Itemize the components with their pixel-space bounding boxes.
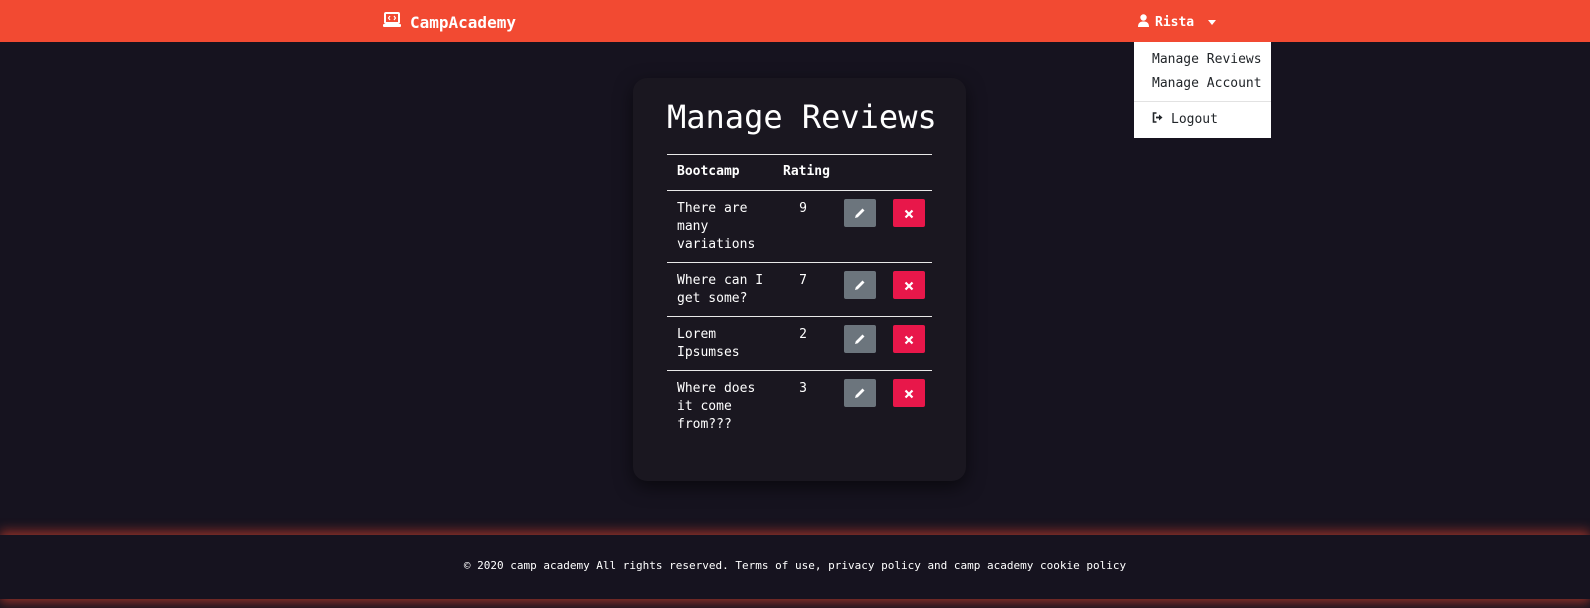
close-icon bbox=[904, 384, 914, 403]
top-navbar: CampAcademy Rista bbox=[0, 0, 1590, 42]
table-divider bbox=[667, 262, 932, 263]
edit-review-button[interactable] bbox=[844, 199, 876, 227]
user-icon bbox=[1138, 13, 1149, 31]
manage-reviews-card: Manage Reviews Bootcamp Rating There are… bbox=[633, 78, 966, 481]
edit-review-button[interactable] bbox=[844, 271, 876, 299]
menu-divider bbox=[1134, 101, 1271, 102]
user-dropdown-menu: Manage Reviews Manage Account Logout bbox=[1134, 42, 1271, 138]
edit-review-button[interactable] bbox=[844, 379, 876, 407]
brand-name: CampAcademy bbox=[410, 12, 516, 32]
edit-review-button[interactable] bbox=[844, 325, 876, 353]
delete-review-button[interactable] bbox=[893, 271, 925, 299]
laptop-code-icon bbox=[383, 12, 401, 32]
pencil-icon bbox=[854, 276, 866, 295]
logout-label: Logout bbox=[1171, 111, 1218, 127]
table-divider bbox=[667, 190, 932, 191]
delete-review-button[interactable] bbox=[893, 379, 925, 407]
menu-item-logout[interactable]: Logout bbox=[1152, 110, 1218, 128]
table-divider bbox=[667, 316, 932, 317]
footer-copyright: © 2020 camp academy All rights reserved.… bbox=[463, 559, 1127, 572]
table-divider bbox=[667, 370, 932, 371]
rating-cell: 7 bbox=[799, 273, 807, 288]
close-icon bbox=[904, 204, 914, 223]
menu-item-manage-reviews[interactable]: Manage Reviews bbox=[1152, 50, 1262, 68]
bootcamp-cell: Where does it come from??? bbox=[677, 381, 756, 432]
caret-down-icon bbox=[1208, 19, 1217, 25]
page-footer: © 2020 camp academy All rights reserved.… bbox=[0, 535, 1590, 599]
close-icon bbox=[904, 276, 914, 295]
delete-review-button[interactable] bbox=[893, 325, 925, 353]
bootcamp-cell: There are many variations bbox=[677, 201, 756, 252]
close-icon bbox=[904, 330, 914, 349]
pencil-icon bbox=[854, 330, 866, 349]
column-header-bootcamp: Bootcamp bbox=[677, 164, 740, 179]
page-title: Manage Reviews bbox=[667, 98, 937, 136]
rating-cell: 9 bbox=[799, 201, 807, 216]
delete-review-button[interactable] bbox=[893, 199, 925, 227]
rating-cell: 3 bbox=[799, 381, 807, 396]
brand-link[interactable]: CampAcademy bbox=[383, 11, 516, 33]
menu-item-manage-account[interactable]: Manage Account bbox=[1152, 74, 1262, 92]
user-name: Rista bbox=[1155, 14, 1195, 30]
pencil-icon bbox=[854, 384, 866, 403]
sign-out-icon bbox=[1152, 111, 1164, 127]
user-menu-toggle[interactable]: Rista bbox=[1138, 13, 1217, 31]
pencil-icon bbox=[854, 204, 866, 223]
column-header-rating: Rating bbox=[783, 164, 830, 179]
bootcamp-cell: Where can I get some? bbox=[677, 273, 764, 306]
table-divider bbox=[667, 154, 932, 155]
bootcamp-cell: Lorem Ipsumses bbox=[677, 327, 740, 360]
rating-cell: 2 bbox=[799, 327, 807, 342]
